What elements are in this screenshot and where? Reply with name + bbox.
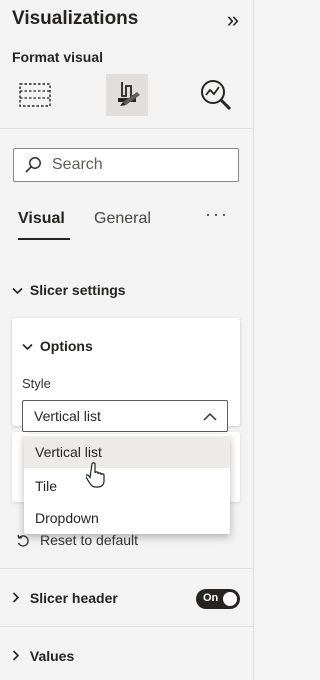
pane-header: Visualizations »	[12, 6, 245, 36]
toggle-label: On	[203, 592, 219, 604]
format-tabs: Visual General ···	[18, 204, 248, 244]
slicer-settings-label: Slicer settings	[29, 282, 126, 298]
reset-icon	[16, 534, 30, 551]
values-section[interactable]: Values	[12, 648, 74, 664]
format-visual-label: Format visual	[12, 49, 104, 65]
collapse-pane-icon[interactable]: »	[227, 6, 239, 34]
tab-visual[interactable]: Visual	[18, 210, 65, 228]
style-option-tile[interactable]: Tile	[24, 470, 230, 502]
analytics-icon[interactable]	[195, 74, 237, 116]
tab-general[interactable]: General	[94, 210, 151, 228]
search-placeholder: Search	[52, 156, 103, 173]
divider	[0, 128, 253, 129]
style-dropdown-menu: Vertical list Tile Dropdown	[24, 434, 230, 534]
search-input[interactable]: Search	[13, 148, 239, 182]
values-label: Values	[29, 648, 75, 664]
pane-title: Visualizations	[12, 8, 139, 29]
slicer-header-label: Slicer header	[29, 590, 118, 606]
style-label: Style	[22, 376, 51, 391]
pane-icon-row	[0, 72, 253, 118]
chevron-down-icon	[22, 338, 36, 354]
slicer-settings-section[interactable]: Slicer settings	[12, 282, 126, 298]
options-section[interactable]: Options	[22, 338, 93, 354]
style-dropdown-value: Vertical list	[34, 408, 101, 424]
options-card: Options Style Vertical list	[12, 318, 240, 432]
chevron-right-icon	[12, 590, 26, 606]
visualizations-pane: Visualizations » Format visual Search Vi…	[0, 0, 254, 680]
style-option-vertical-list[interactable]: Vertical list	[24, 436, 230, 468]
style-option-dropdown[interactable]: Dropdown	[24, 502, 230, 534]
format-visual-icon[interactable]	[106, 74, 148, 116]
more-options-icon[interactable]: ···	[205, 204, 229, 225]
active-tab-indicator	[18, 238, 70, 240]
divider	[0, 626, 253, 627]
chevron-down-icon	[12, 282, 26, 298]
chevron-up-icon	[203, 409, 217, 427]
slicer-header-toggle[interactable]: On	[196, 589, 240, 609]
reset-label: Reset to default	[40, 532, 139, 548]
chevron-right-icon	[12, 648, 26, 664]
options-label: Options	[39, 338, 93, 354]
toggle-knob	[223, 592, 237, 606]
divider	[0, 568, 253, 569]
hand-cursor-icon	[85, 462, 106, 493]
slicer-header-section[interactable]: Slicer header	[12, 590, 118, 606]
search-icon	[24, 156, 42, 179]
build-visual-icon[interactable]	[14, 74, 56, 116]
style-dropdown[interactable]: Vertical list	[22, 400, 228, 432]
